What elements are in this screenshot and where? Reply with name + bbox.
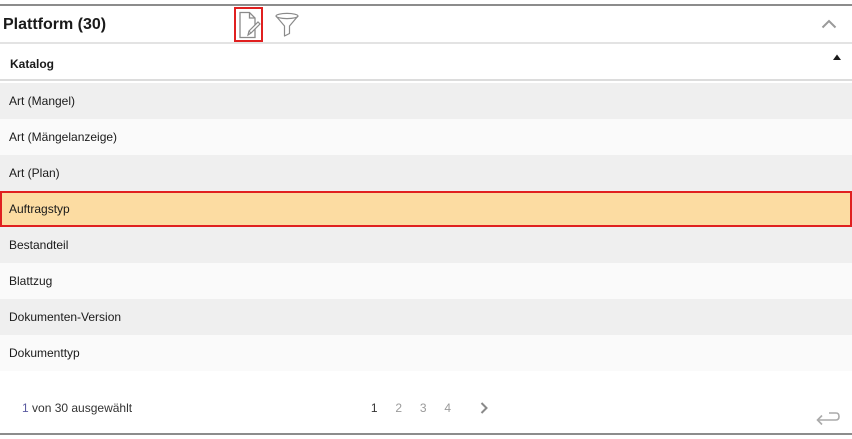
row-label: Dokumenten-Version (9, 310, 122, 324)
column-header-katalog[interactable]: Katalog (0, 44, 852, 81)
row-label: Art (Mängelanzeige) (9, 130, 118, 144)
pagination: 1 2 3 4 (362, 399, 494, 417)
table-row[interactable]: Bestandteil (0, 227, 852, 263)
filter-button[interactable] (273, 10, 301, 40)
row-label: Dokumenttyp (9, 346, 80, 360)
selection-count: 1 (22, 401, 29, 415)
panel-title: Plattform (30) (3, 16, 107, 33)
table-row[interactable]: Art (Mängelanzeige) (0, 119, 852, 155)
chevron-up-icon (821, 19, 837, 29)
edit-button[interactable] (234, 7, 263, 42)
panel-bottom-border (0, 433, 852, 435)
row-label: Blattzug (9, 274, 53, 288)
table-row[interactable]: Art (Mangel) (0, 83, 852, 119)
page-4-link[interactable]: 4 (436, 401, 461, 415)
return-arrow-icon[interactable] (815, 405, 841, 427)
table-row[interactable]: Blattzug (0, 263, 852, 299)
page-2-link[interactable]: 2 (387, 401, 412, 415)
panel-header: Plattform (30) (0, 6, 852, 42)
table-row-selected[interactable]: Auftragstyp (0, 191, 852, 227)
selection-suffix: von 30 ausgewählt (28, 401, 133, 415)
sort-ascending-icon (833, 54, 841, 60)
filter-funnel-icon (275, 12, 299, 37)
table-row[interactable]: Dokumenten-Version (0, 299, 852, 335)
row-label: Art (Plan) (9, 166, 60, 180)
table-row[interactable]: Art (Plan) (0, 155, 852, 191)
page-1-link[interactable]: 1 (362, 401, 387, 415)
chevron-right-icon (480, 402, 488, 414)
next-page-button[interactable] (474, 400, 494, 416)
page-3-link[interactable]: 3 (411, 401, 436, 415)
row-label: Bestandteil (9, 238, 69, 252)
selection-summary: 1 von 30 ausgewählt (22, 401, 132, 415)
document-edit-icon (238, 11, 261, 38)
table-footer: 1 von 30 ausgewählt 1 2 3 4 (0, 371, 852, 433)
row-label: Auftragstyp (9, 202, 70, 216)
collapse-button[interactable] (818, 14, 840, 34)
column-header-label: Katalog (10, 57, 55, 71)
row-label: Art (Mangel) (9, 94, 76, 108)
table-row[interactable]: Dokumenttyp (0, 335, 852, 371)
catalog-list: Art (Mangel) Art (Mängelanzeige) Art (Pl… (0, 83, 852, 371)
